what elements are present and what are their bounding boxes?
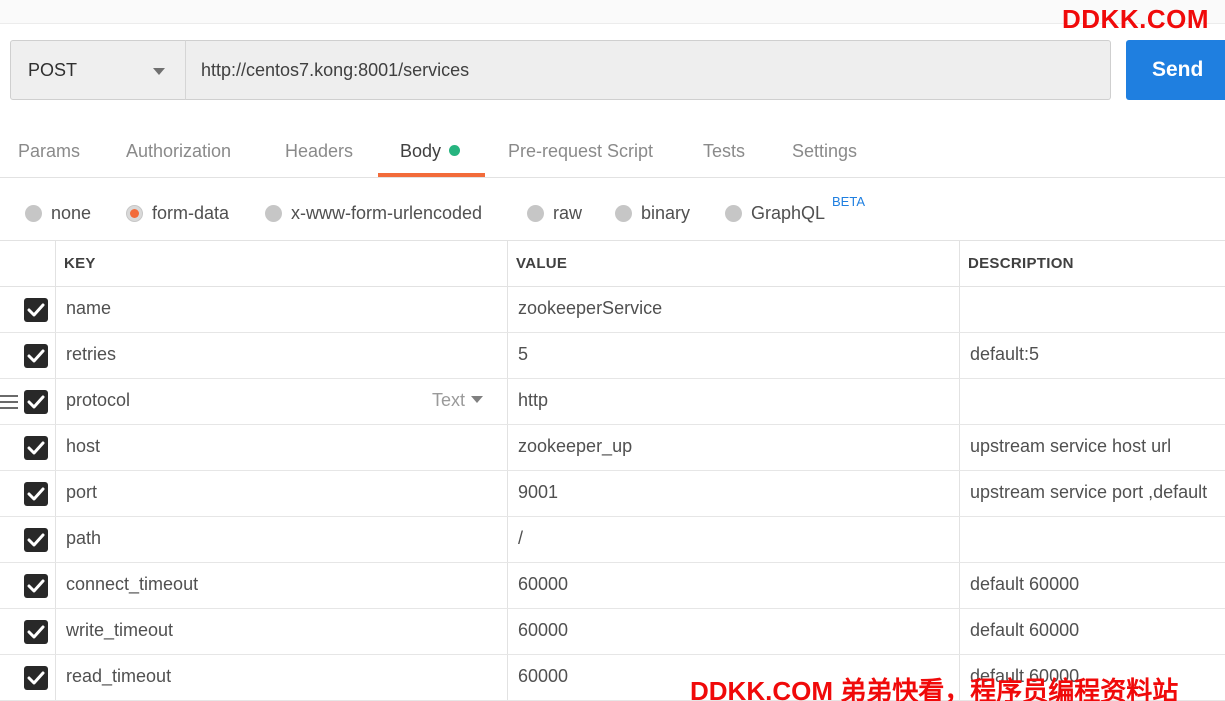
radio-label: binary bbox=[641, 202, 691, 223]
key-cell[interactable]: name bbox=[66, 287, 486, 333]
key-cell[interactable]: path bbox=[66, 517, 486, 563]
checkmark-icon bbox=[27, 349, 45, 363]
radio-binary[interactable]: binary bbox=[615, 200, 690, 226]
row-checkbox[interactable] bbox=[24, 482, 48, 506]
row-checkbox[interactable] bbox=[24, 344, 48, 368]
table-row: retries 5 default:5 bbox=[0, 333, 1225, 379]
radio-selected-icon bbox=[126, 204, 143, 222]
radio-icon bbox=[725, 204, 742, 222]
table-row: path / bbox=[0, 517, 1225, 563]
description-cell[interactable] bbox=[970, 517, 1225, 563]
type-select-label: Text bbox=[432, 390, 466, 410]
description-cell[interactable]: default 60000 bbox=[970, 609, 1225, 655]
method-label: POST bbox=[28, 59, 78, 80]
row-checkbox[interactable] bbox=[24, 528, 48, 552]
table-row: name zookeeperService bbox=[0, 287, 1225, 333]
key-cell[interactable]: retries bbox=[66, 333, 486, 379]
table-header: KEY VALUE DESCRIPTION bbox=[0, 241, 1225, 287]
type-select[interactable]: Text bbox=[432, 390, 484, 411]
radio-form-data[interactable]: form-data bbox=[126, 200, 229, 226]
checkmark-icon bbox=[27, 671, 45, 685]
checkmark-icon bbox=[27, 487, 45, 501]
checkmark-icon bbox=[27, 441, 45, 455]
value-cell[interactable]: 60000 bbox=[518, 609, 948, 655]
value-cell[interactable]: 5 bbox=[518, 333, 948, 379]
key-cell[interactable]: write_timeout bbox=[66, 609, 486, 655]
row-checkbox[interactable] bbox=[24, 298, 48, 322]
description-cell[interactable] bbox=[970, 287, 1225, 333]
tab-body-label: Body bbox=[400, 141, 442, 161]
row-checkbox[interactable] bbox=[24, 620, 48, 644]
value-cell[interactable]: 60000 bbox=[518, 563, 948, 609]
description-cell[interactable] bbox=[970, 379, 1225, 425]
watermark-top: DDKK.COM bbox=[1062, 4, 1209, 34]
checkmark-icon bbox=[27, 395, 45, 409]
value-cell[interactable]: zookeeperService bbox=[518, 287, 948, 333]
header-description: DESCRIPTION bbox=[968, 255, 1074, 272]
tab-pre-request-script[interactable]: Pre-request Script bbox=[508, 126, 653, 178]
tab-body[interactable]: Body bbox=[378, 126, 485, 177]
radio-label: GraphQL bbox=[751, 202, 826, 223]
top-strip bbox=[0, 0, 1225, 24]
value-cell[interactable]: / bbox=[518, 517, 948, 563]
table-row: write_timeout 60000 default 60000 bbox=[0, 609, 1225, 655]
value-cell[interactable]: 9001 bbox=[518, 471, 948, 517]
radio-raw[interactable]: raw bbox=[527, 200, 582, 226]
watermark-bottom: DDKK.COM 弟弟快看，程序员编程资料站 bbox=[690, 676, 1179, 701]
value-cell[interactable]: http bbox=[518, 379, 948, 425]
checkmark-icon bbox=[27, 303, 45, 317]
tab-headers[interactable]: Headers bbox=[285, 126, 353, 178]
header-value: VALUE bbox=[516, 255, 568, 272]
checkmark-icon bbox=[27, 625, 45, 639]
radio-none[interactable]: none bbox=[25, 200, 91, 226]
row-checkbox[interactable] bbox=[24, 436, 48, 460]
tab-settings[interactable]: Settings bbox=[792, 126, 857, 178]
status-dot-icon bbox=[449, 145, 461, 156]
form-data-table: KEY VALUE DESCRIPTION name zookeeperServi… bbox=[0, 240, 1225, 701]
radio-label: none bbox=[51, 202, 92, 223]
chevron-down-icon bbox=[471, 396, 484, 403]
checkmark-icon bbox=[27, 533, 45, 547]
drag-handle-icon[interactable] bbox=[0, 395, 18, 409]
key-cell[interactable]: connect_timeout bbox=[66, 563, 486, 609]
key-cell[interactable]: port bbox=[66, 471, 486, 517]
key-cell[interactable]: host bbox=[66, 425, 486, 471]
description-cell[interactable]: default:5 bbox=[970, 333, 1225, 379]
key-cell[interactable]: read_timeout bbox=[66, 655, 486, 701]
send-button[interactable]: Send bbox=[1126, 40, 1225, 100]
description-cell[interactable]: default 60000 bbox=[970, 563, 1225, 609]
key-cell[interactable]: protocol bbox=[66, 379, 486, 425]
tab-params[interactable]: Params bbox=[18, 126, 80, 178]
description-cell[interactable]: upstream service port ,default bbox=[970, 471, 1225, 517]
radio-icon bbox=[615, 204, 632, 222]
header-key: KEY bbox=[64, 255, 96, 272]
radio-label: x-www-form-urlencoded bbox=[291, 202, 483, 223]
row-checkbox[interactable] bbox=[24, 390, 48, 414]
row-checkbox[interactable] bbox=[24, 666, 48, 690]
checkmark-icon bbox=[27, 579, 45, 593]
url-input[interactable]: http://centos7.kong:8001/services bbox=[185, 40, 1111, 100]
radio-icon bbox=[265, 204, 282, 222]
beta-badge: BETA bbox=[832, 194, 865, 209]
radio-x-www-form-urlencoded[interactable]: x-www-form-urlencoded bbox=[265, 200, 482, 226]
table-row: host zookeeper_up upstream service host ur… bbox=[0, 425, 1225, 471]
row-checkbox[interactable] bbox=[24, 574, 48, 598]
table-row: protocol Text http bbox=[0, 379, 1225, 425]
tab-authorization[interactable]: Authorization bbox=[126, 126, 231, 178]
radio-graphql[interactable]: GraphQL bbox=[725, 200, 825, 226]
radio-label: raw bbox=[553, 202, 583, 223]
method-select[interactable]: POST bbox=[10, 40, 186, 100]
radio-icon bbox=[527, 204, 544, 222]
table-row: connect_timeout 60000 default 60000 bbox=[0, 563, 1225, 609]
body-type-selector: none form-data x-www-form-urlencoded raw… bbox=[0, 190, 1225, 236]
description-cell[interactable]: upstream service host url bbox=[970, 425, 1225, 471]
request-tabs: Params Authorization Headers Body Pre-re… bbox=[0, 126, 1225, 178]
chevron-down-icon bbox=[153, 68, 165, 75]
value-cell[interactable]: zookeeper_up bbox=[518, 425, 948, 471]
table-row: port 9001 upstream service port ,default bbox=[0, 471, 1225, 517]
radio-label: form-data bbox=[152, 202, 230, 223]
radio-icon bbox=[25, 204, 42, 222]
tab-tests[interactable]: Tests bbox=[703, 126, 745, 178]
